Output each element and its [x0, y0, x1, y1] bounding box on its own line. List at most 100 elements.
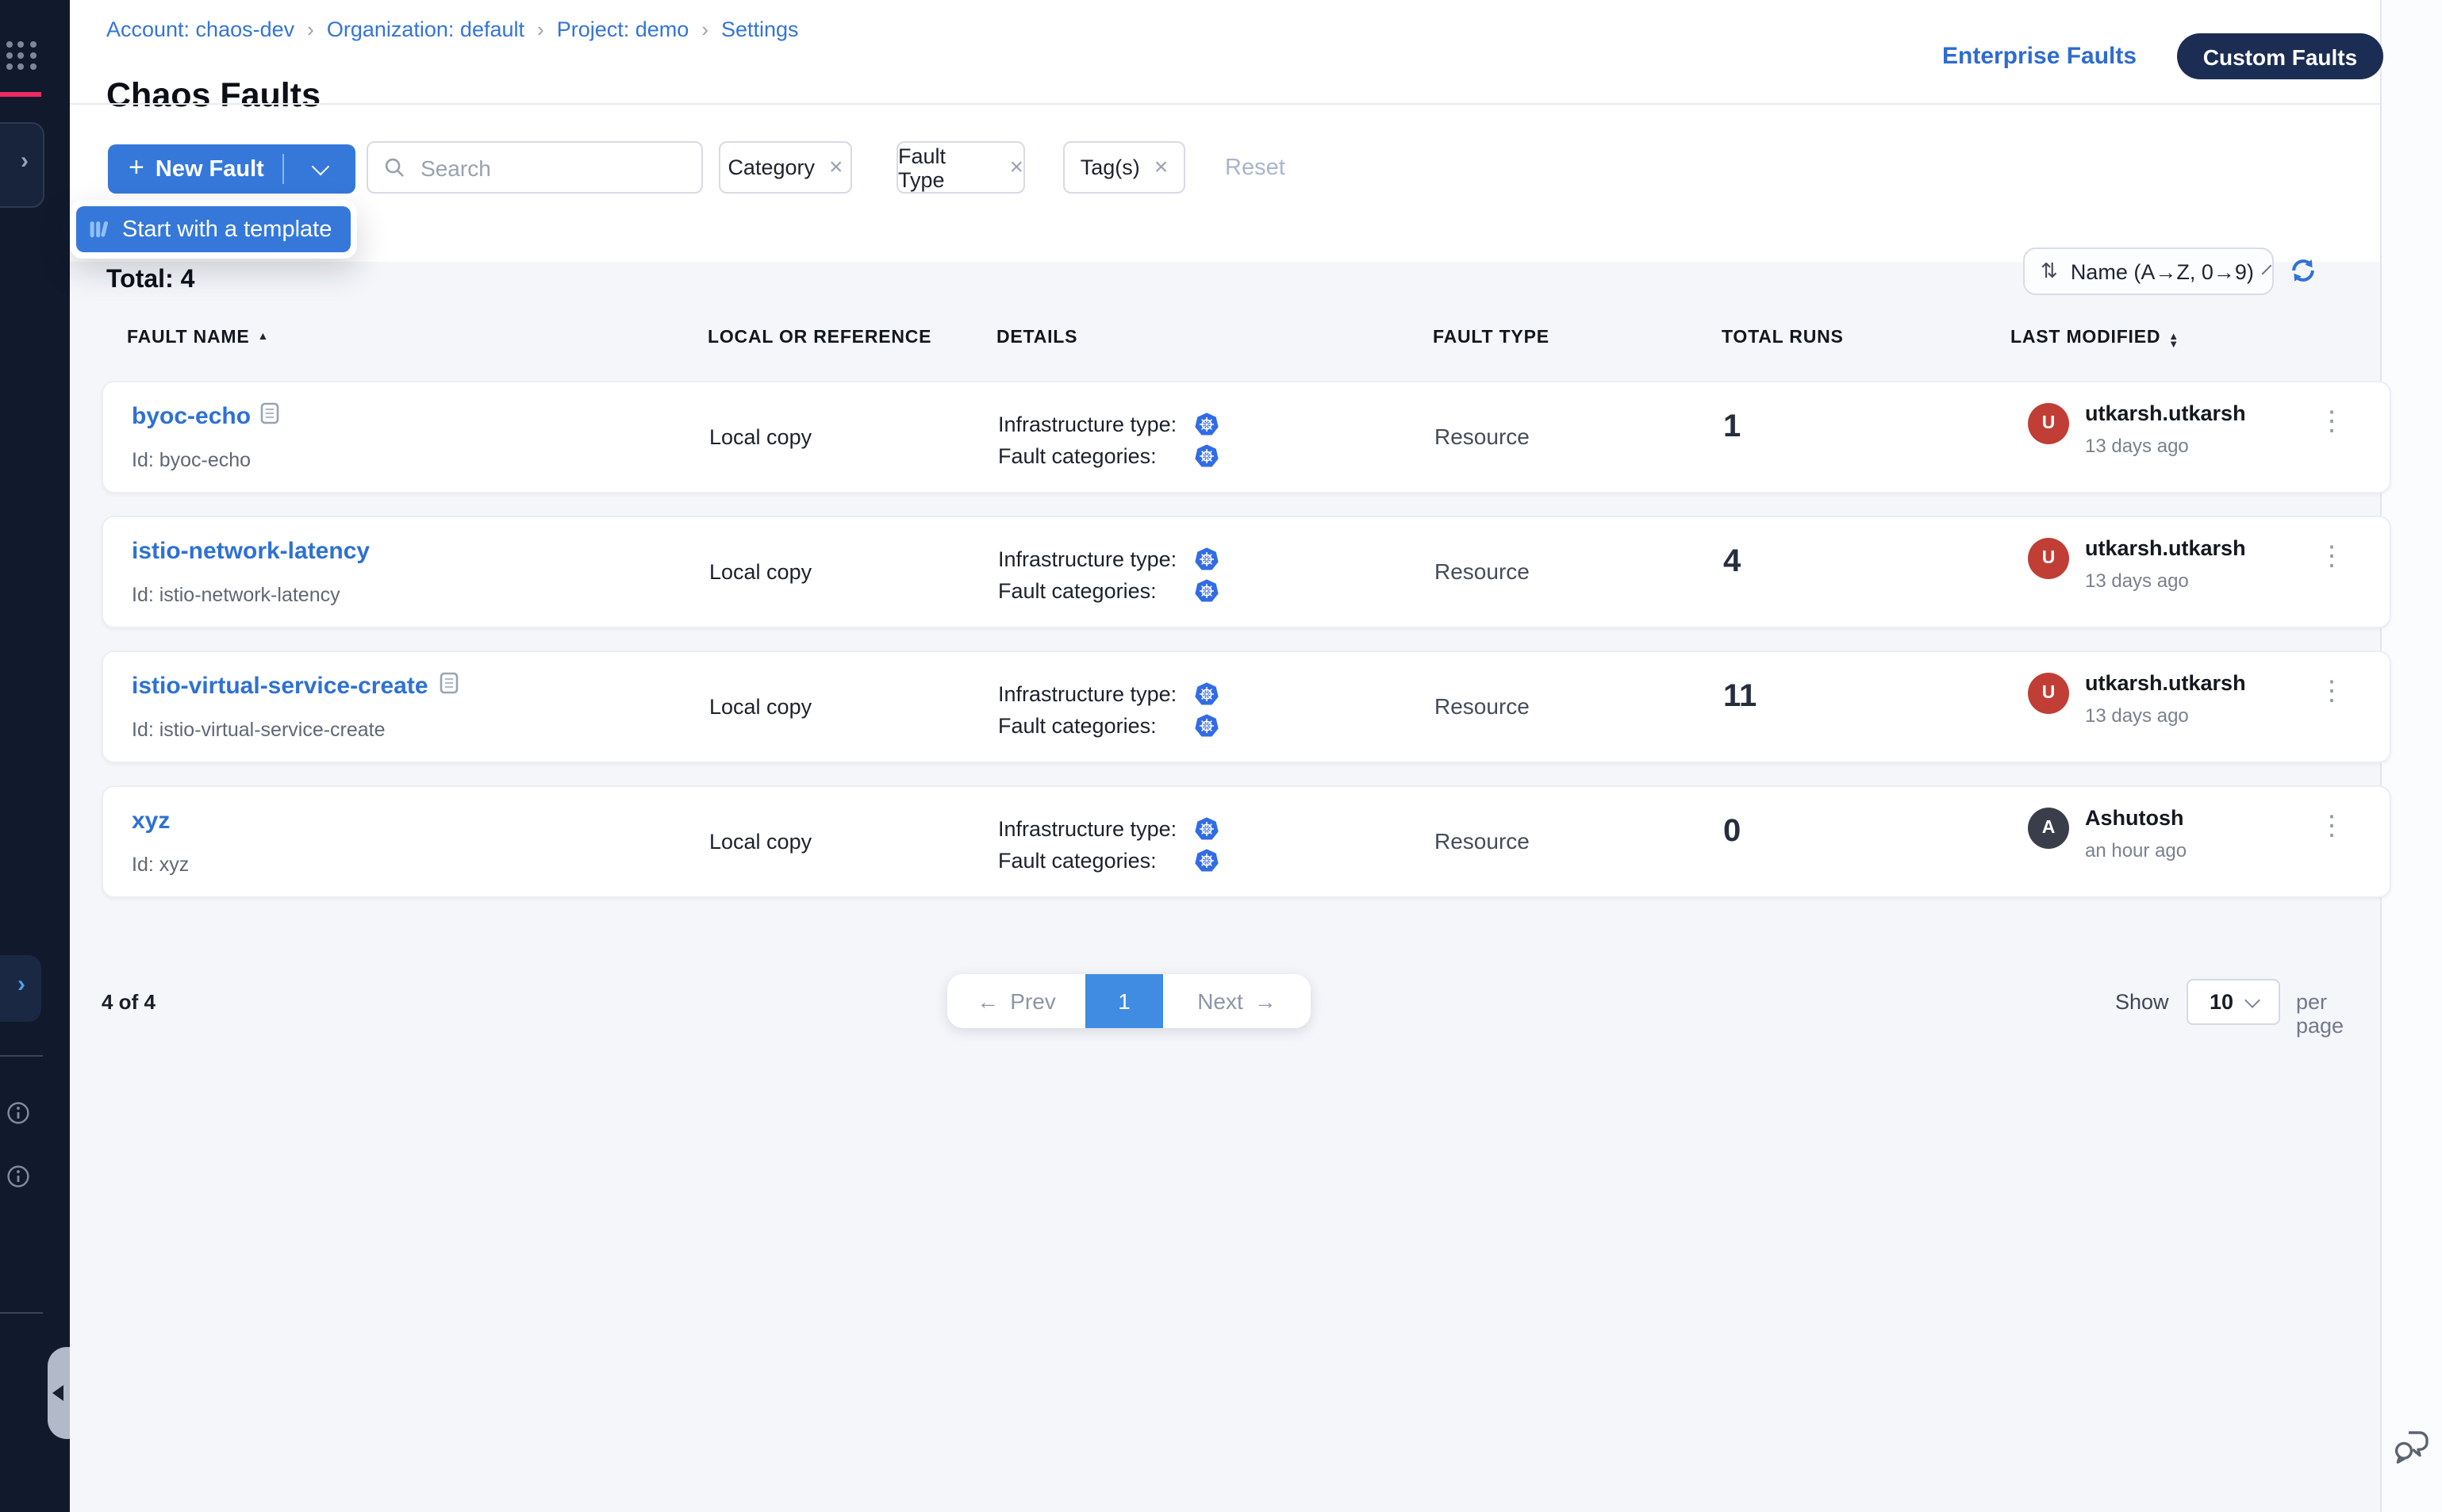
avatar: U — [2028, 673, 2069, 714]
app-launcher-grid-icon[interactable] — [6, 41, 36, 70]
kubernetes-icon — [1195, 579, 1219, 603]
row-menu-button[interactable]: ⋮ — [2318, 684, 2340, 700]
kubernetes-icon — [1195, 682, 1219, 706]
kubernetes-icon — [1195, 413, 1219, 436]
sort-select[interactable]: ⇅ Name (A→Z, 0→9) — [2023, 248, 2274, 295]
row-menu-button[interactable]: ⋮ — [2318, 549, 2340, 565]
infrastructure-type-label: Infrastructure type: — [998, 682, 1177, 706]
close-icon[interactable]: × — [1154, 155, 1169, 179]
row-menu-button[interactable]: ⋮ — [2318, 819, 2340, 835]
arrow-right-icon: → — [1254, 988, 1277, 1014]
close-icon[interactable]: × — [829, 155, 843, 179]
column-local-or-reference: LOCAL OR REFERENCE — [708, 328, 931, 347]
page-size-select[interactable]: 10 — [2187, 979, 2280, 1025]
new-fault-label: New Fault — [156, 156, 264, 182]
row-menu-button[interactable]: ⋮ — [2318, 414, 2340, 430]
menu-item-label: Start with a template — [122, 217, 332, 242]
reset-filters-button[interactable]: Reset — [1225, 155, 1285, 181]
custom-faults-button[interactable]: Custom Faults — [2177, 33, 2383, 79]
per-page-label: per page — [2296, 990, 2380, 1038]
sidebar-expand-button[interactable]: › — [0, 122, 44, 208]
infrastructure-type-label: Infrastructure type: — [998, 413, 1177, 436]
column-details: DETAILS — [996, 328, 1077, 347]
fault-id: Id: xyz — [132, 854, 189, 876]
sort-updown-icon: ⇅ — [2041, 259, 2058, 284]
left-sidebar: › › — [0, 0, 70, 1512]
fault-categories-label: Fault categories: — [998, 579, 1157, 603]
filter-chip-fault-type[interactable]: Fault Type × — [897, 141, 1025, 194]
chevron-right-icon: › — [21, 148, 29, 175]
chat-icon[interactable] — [2391, 1425, 2434, 1468]
local-or-reference-value: Local copy — [709, 560, 812, 584]
arrow-left-icon: ← — [977, 988, 999, 1014]
search-box[interactable] — [367, 141, 703, 194]
local-or-reference-value: Local copy — [709, 695, 812, 719]
modified-time: an hour ago — [2085, 839, 2187, 862]
fault-id: Id: istio-virtual-service-create — [132, 719, 386, 741]
fault-type-value: Resource — [1434, 828, 1530, 854]
fault-name-link[interactable]: istio-virtual-service-create — [132, 673, 428, 700]
show-label: Show — [2115, 990, 2169, 1014]
breadcrumb-separator-icon: › — [701, 17, 708, 41]
fault-type-value: Resource — [1434, 693, 1530, 719]
close-icon[interactable]: × — [1009, 155, 1023, 179]
total-runs-value: 11 — [1723, 679, 1757, 716]
table-row[interactable]: istio-network-latency Id: istio-network-… — [102, 516, 2391, 628]
new-fault-dropdown-toggle[interactable] — [285, 160, 355, 178]
kubernetes-icon — [1195, 817, 1219, 841]
new-fault-button[interactable]: + New Fault — [108, 144, 355, 194]
table-row[interactable]: xyz Id: xyz Local copy Infrastructure ty… — [102, 785, 2391, 898]
filter-chip-tags[interactable]: Tag(s) × — [1063, 141, 1185, 194]
kubernetes-icon — [1195, 849, 1219, 873]
modified-time: 13 days ago — [2085, 570, 2189, 592]
sort-asc-icon: ▲ — [258, 332, 270, 343]
fault-name-link[interactable]: xyz — [132, 808, 170, 835]
refresh-icon[interactable] — [2288, 255, 2318, 286]
modified-by: utkarsh.utkarsh — [2085, 536, 2246, 560]
copy-icon[interactable] — [440, 671, 459, 695]
current-page-button[interactable]: 1 — [1085, 974, 1163, 1028]
modified-by: utkarsh.utkarsh — [2085, 401, 2246, 425]
breadcrumb-settings-link[interactable]: Settings — [721, 17, 799, 41]
info-icon[interactable] — [6, 1165, 30, 1188]
enterprise-faults-link[interactable]: Enterprise Faults — [1942, 43, 2137, 70]
fault-type-value: Resource — [1434, 558, 1530, 584]
chevron-down-icon — [311, 158, 329, 176]
menu-item-start-with-template[interactable]: Start with a template — [76, 206, 351, 252]
chevron-down-icon — [2263, 264, 2273, 274]
breadcrumb-separator-icon: › — [307, 17, 314, 41]
fault-name-link[interactable]: byoc-echo — [132, 403, 251, 430]
breadcrumb-account-link[interactable]: Account: chaos-dev — [106, 17, 294, 41]
info-icon[interactable] — [6, 1101, 30, 1125]
prev-page-button[interactable]: ← Prev — [947, 974, 1085, 1028]
fault-categories-label: Fault categories: — [998, 444, 1157, 468]
pagination: ← Prev 1 Next → — [947, 974, 1311, 1028]
next-label: Next — [1197, 988, 1243, 1014]
filter-chip-label: Category — [728, 155, 815, 179]
next-page-button[interactable]: Next → — [1163, 974, 1311, 1028]
kubernetes-icon — [1195, 714, 1219, 738]
column-last-modified[interactable]: LAST MODIFIED▲▼ — [2010, 328, 2179, 350]
sidebar-bottom-expand-button[interactable]: › — [0, 955, 41, 1022]
fault-type-value: Resource — [1434, 424, 1530, 449]
sidebar-collapse-handle[interactable] — [48, 1347, 70, 1439]
active-module-accent-bar — [0, 92, 41, 97]
copy-icon[interactable] — [260, 401, 279, 425]
table-row[interactable]: byoc-echo Id: byoc-echo Local copy Infra… — [102, 381, 2391, 493]
fault-name-link[interactable]: istio-network-latency — [132, 538, 370, 565]
local-or-reference-value: Local copy — [709, 830, 812, 854]
breadcrumb-project-link[interactable]: Project: demo — [557, 17, 689, 41]
table-row[interactable]: istio-virtual-service-create Id: istio-v… — [102, 650, 2391, 763]
search-icon — [384, 155, 405, 179]
modified-by: utkarsh.utkarsh — [2085, 671, 2246, 695]
fault-categories-label: Fault categories: — [998, 849, 1157, 873]
kubernetes-icon — [1195, 444, 1219, 468]
breadcrumb-organization-link[interactable]: Organization: default — [327, 17, 524, 41]
column-fault-name[interactable]: FAULT NAME▲ — [127, 328, 269, 347]
avatar: U — [2028, 403, 2069, 444]
modified-time: 13 days ago — [2085, 435, 2189, 457]
modified-time: 13 days ago — [2085, 704, 2189, 727]
filter-chip-category[interactable]: Category × — [719, 141, 852, 194]
search-input[interactable] — [417, 153, 685, 182]
column-total-runs: TOTAL RUNS — [1722, 328, 1844, 347]
